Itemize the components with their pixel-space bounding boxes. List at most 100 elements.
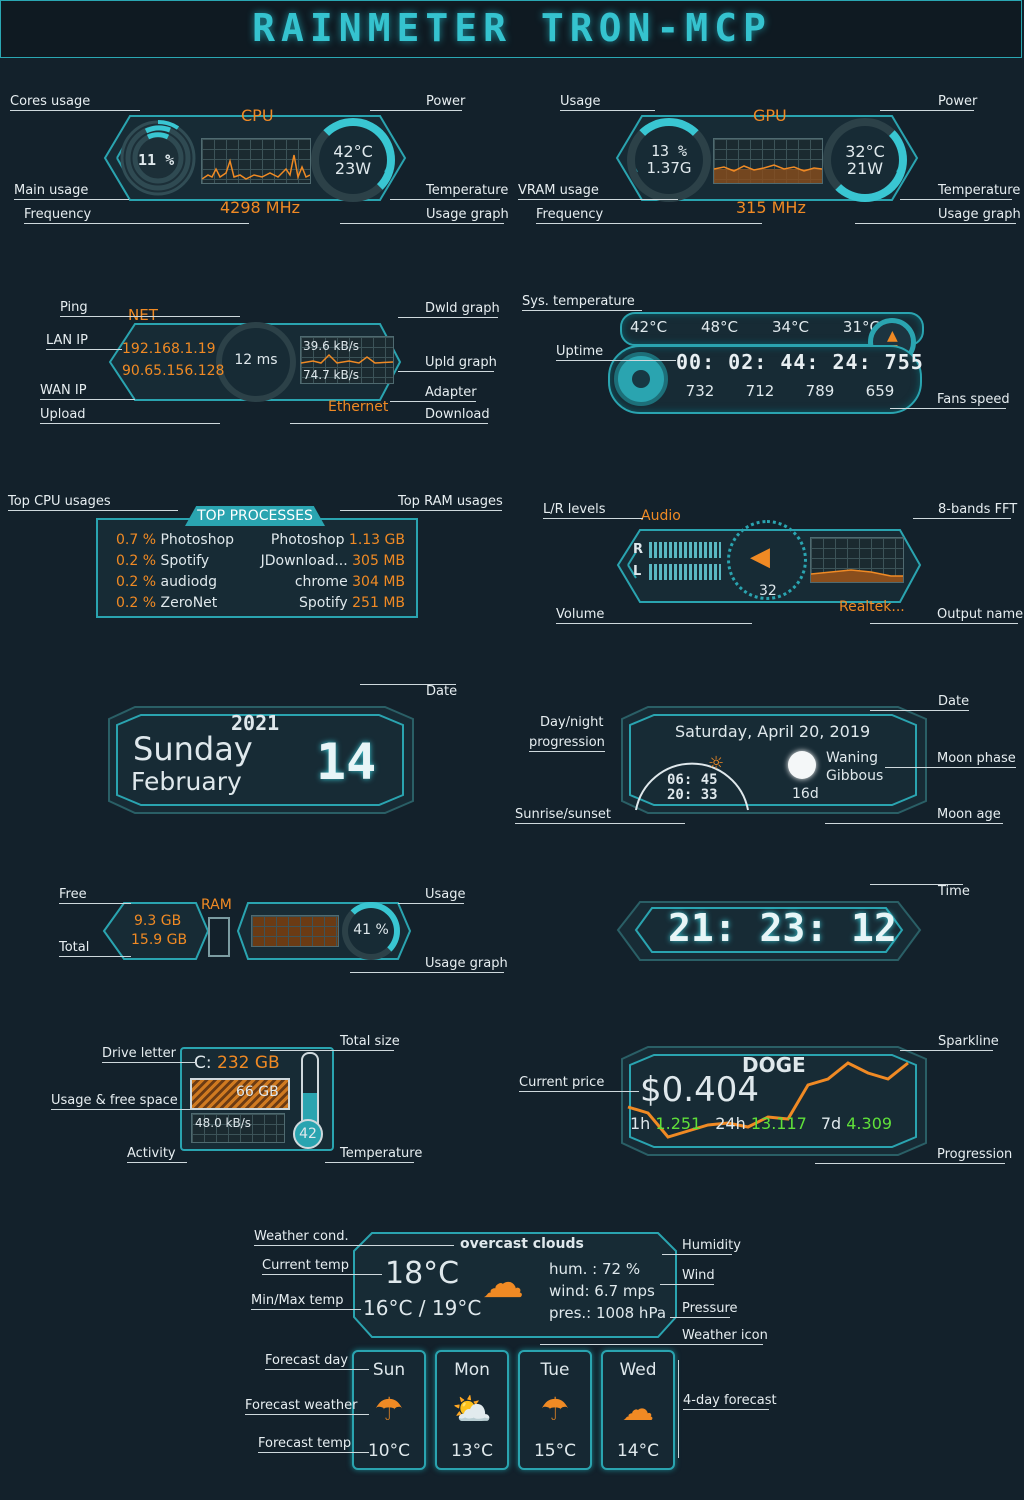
label-sunrise-sunset: Sunrise/sunset [515, 807, 611, 822]
label-forecast-weather: Forecast weather [245, 1398, 358, 1413]
label-ram-free: Free [59, 887, 87, 902]
label-weather-cond: Weather cond. [254, 1229, 349, 1244]
weather-pressure: pres.: 1008 hPa [549, 1304, 667, 1322]
gpu-title: GPU [753, 106, 787, 125]
leader-line [890, 408, 1006, 409]
label-forecast-day: Forecast day [265, 1353, 349, 1368]
forecast-temp: 13°C [450, 1441, 493, 1461]
leader-line [254, 1245, 454, 1246]
leader-line [678, 1360, 679, 1458]
ram-usage-graph [251, 915, 339, 947]
sun-icon: ☼ [708, 753, 725, 774]
label-fft: 8-bands FFT [938, 502, 1018, 517]
label-moon-phase: Moon phase [937, 751, 1016, 766]
label-drive-temperature: Temperature [340, 1146, 423, 1161]
gpu-power-value: 21W [846, 159, 884, 178]
label-progression: progression [529, 735, 605, 752]
leader-line [59, 903, 131, 904]
drive-free: 66 GB [236, 1084, 279, 1100]
label-forecast-temp: Forecast temp [258, 1436, 352, 1451]
leader-line [270, 1050, 394, 1051]
label-lan-ip: LAN IP [46, 333, 88, 348]
top-ram-row: Spotify 251 MB [299, 595, 405, 611]
label-fans-speed: Fans speed [937, 392, 1010, 407]
leader-line [265, 1369, 369, 1370]
sunrise-time: 06: 45 [667, 772, 718, 788]
weather-wind: wind: 6.7 mps [549, 1282, 655, 1300]
gpu-usage-block: 13 % 1.37G [627, 143, 711, 177]
audio-title: Audio [641, 508, 681, 524]
partly-cloudy-icon: ⛅ [452, 1390, 492, 1428]
leader-line [10, 110, 140, 111]
leader-line [913, 518, 1011, 519]
net-download-rate: 39.6 kB/s [303, 339, 360, 353]
label-sys-temperature: Sys. temperature [522, 294, 635, 309]
leader-line [290, 423, 488, 424]
forecast-temp: 15°C [533, 1441, 576, 1461]
label-top-cpu: Top CPU usages [8, 494, 111, 509]
leader-line [540, 1344, 763, 1345]
leader-line [543, 518, 643, 519]
leader-line [900, 199, 1012, 200]
label-wind: Wind [682, 1268, 715, 1283]
label-lr-levels: L/R levels [543, 502, 606, 517]
leader-line [662, 1254, 732, 1255]
top-cpu-list: 0.7 % Photoshop 0.2 % Spotify 0.2 % audi… [116, 530, 234, 614]
label-upload: Upload [40, 407, 86, 422]
label-dwld-graph: Dwld graph [425, 301, 500, 316]
label-wan-ip: WAN IP [40, 383, 87, 398]
leader-line [127, 1162, 187, 1163]
leader-line [340, 510, 502, 511]
label-gpu-power: Power [938, 94, 978, 109]
crypto-24h: 24h 13.117 [715, 1114, 807, 1133]
leader-line [670, 1317, 730, 1318]
sunrise-sunset: 06: 45 20: 33 [667, 773, 718, 803]
fan-speed-3: 789 [805, 382, 835, 400]
label-uptime: Uptime [556, 344, 604, 359]
audio-r-label: R [633, 542, 644, 557]
leader-line [245, 1414, 369, 1415]
leader-line [398, 371, 494, 372]
moon-date: Saturday, April 20, 2019 [675, 722, 871, 741]
fan-speed-2: 712 [745, 382, 775, 400]
top-ram-list: Photoshop 1.13 GB JDownload... 305 MB ch… [250, 530, 405, 614]
leader-line [102, 1062, 196, 1063]
label-top-ram: Top RAM usages [398, 494, 503, 509]
leader-line [900, 1050, 993, 1051]
net-title: NET [128, 306, 158, 324]
drive-total: 232 GB [217, 1053, 280, 1073]
leader-line [398, 903, 464, 904]
leader-line [870, 884, 963, 885]
weather-current-temp: 18°C [385, 1256, 460, 1291]
label-frequency: Frequency [24, 207, 92, 222]
rain-icon: ☂ [374, 1390, 404, 1428]
ram-title: RAM [201, 897, 232, 913]
speaker-icon[interactable]: ◀ [750, 542, 770, 572]
label-current-temp: Current temp [262, 1258, 349, 1273]
forecast-day-name: Mon [454, 1360, 490, 1380]
label-gpu-usage-graph: Usage graph [938, 207, 1021, 222]
leader-line [556, 623, 752, 624]
sys-temps-row: 42°C 48°C 34°C 31°C [630, 318, 880, 336]
top-cpu-row: 0.2 % Spotify [116, 553, 210, 569]
cpu-title: CPU [241, 106, 274, 125]
date-day: 14 [316, 733, 377, 791]
label-current-price: Current price [519, 1075, 605, 1090]
label-pressure: Pressure [682, 1301, 738, 1316]
top-ram-row: Photoshop 1.13 GB [270, 532, 405, 548]
net-upload-rate: 74.7 kB/s [303, 368, 360, 382]
top-ram-row: JDownload... 305 MB [260, 553, 405, 569]
leader-line [24, 223, 249, 224]
label-volume: Volume [556, 607, 605, 622]
audio-r-meter [649, 542, 721, 558]
leader-line [880, 110, 974, 111]
cpu-frequency-value: 4298 MHz [220, 198, 301, 217]
sys-temp-1: 42°C [630, 318, 668, 336]
leader-line [560, 110, 655, 111]
label-ram-usage-graph: Usage graph [425, 956, 508, 971]
sys-temp-3: 34°C [771, 318, 809, 336]
net-ping-value: 12 ms [234, 352, 278, 368]
page-title: RAINMETER TRON-MCP [252, 6, 772, 50]
audio-l-meter [649, 564, 721, 580]
cpu-temp-value: 42°C [333, 142, 373, 161]
